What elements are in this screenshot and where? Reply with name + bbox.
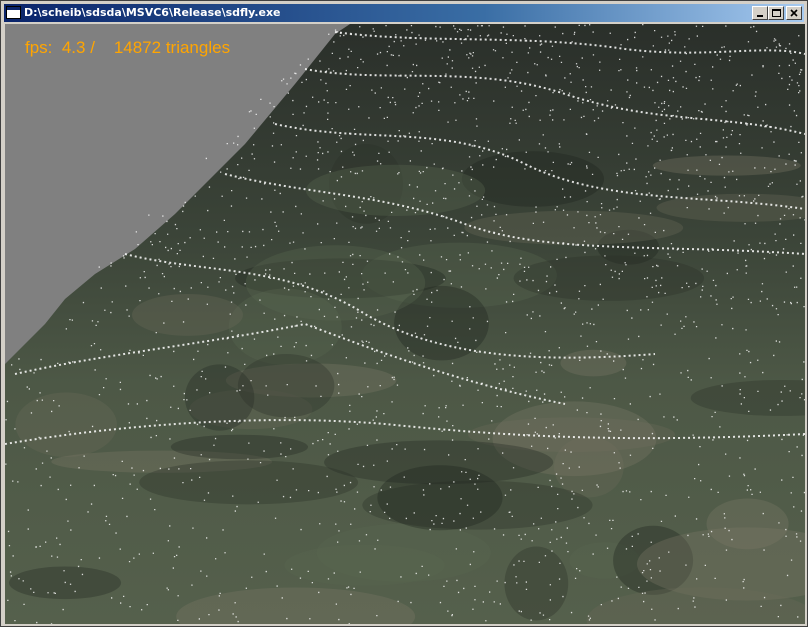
application-window: D:\scheib\sdsda\MSVC6\Release\sdfly.exe	[0, 0, 808, 627]
terrain-patch	[15, 392, 117, 457]
terrain-patch	[461, 151, 605, 207]
terrain-patch	[237, 353, 335, 418]
app-icon[interactable]	[6, 6, 21, 19]
terrain-patch	[560, 349, 627, 377]
render-viewport[interactable]: fps: 4.3 / 14872 triangles	[5, 24, 805, 624]
terrain-patch	[377, 465, 503, 531]
minimize-icon	[757, 15, 763, 17]
maximize-icon	[772, 9, 781, 17]
fps-counter: fps: 4.3 / 14872 triangles	[25, 38, 231, 57]
terrain-patch	[652, 155, 801, 176]
terrain-scene	[5, 24, 805, 624]
maximize-button[interactable]	[768, 6, 784, 20]
title-bar[interactable]: D:\scheib\sdsda\MSVC6\Release\sdfly.exe	[4, 4, 804, 22]
terrain-patch	[131, 293, 244, 336]
terrain-patch	[504, 546, 569, 621]
window-title: D:\scheib\sdsda\MSVC6\Release\sdfly.exe	[24, 6, 281, 19]
close-button[interactable]	[786, 6, 802, 20]
terrain-patch	[513, 255, 705, 301]
terrain-patch	[305, 164, 486, 217]
minimize-button[interactable]	[752, 6, 768, 20]
close-icon	[790, 9, 798, 17]
terrain-patch	[139, 460, 359, 505]
terrain-patch	[284, 544, 445, 586]
terrain-patch	[170, 434, 309, 460]
